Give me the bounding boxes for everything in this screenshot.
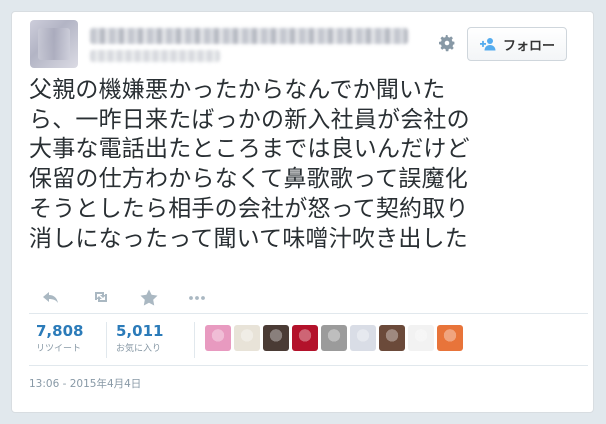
favoriter-avatar-2[interactable] [234, 325, 260, 351]
tweet-text: 父親の機嫌悪かったからなんでか聞いた ら、一昨日来たばっかの新入社員が会社の 大… [29, 77, 470, 252]
stats-top-divider [29, 313, 588, 314]
favorite-stat[interactable]: 5,011 お気に入り [116, 322, 163, 356]
favoriter-avatar-8[interactable] [408, 325, 434, 351]
follow-user-plus-icon [479, 38, 496, 51]
favoriters-list [205, 325, 463, 351]
reply-icon[interactable] [40, 288, 62, 306]
retweet-icon[interactable] [90, 288, 112, 306]
follow-button[interactable]: フォロー [467, 27, 567, 61]
gear-icon[interactable] [437, 33, 457, 53]
stat-separator [106, 322, 107, 358]
retweet-count: 7,808 [36, 322, 84, 340]
user-avatar[interactable] [30, 20, 78, 68]
more-icon[interactable] [186, 288, 208, 306]
stats-bottom-divider [29, 365, 588, 366]
favoriter-avatar-7[interactable] [379, 325, 405, 351]
favoriter-avatar-5[interactable] [321, 325, 347, 351]
favoriter-avatar-4[interactable] [292, 325, 318, 351]
follow-label: フォロー [502, 38, 555, 54]
favorite-label: お気に入り [116, 344, 162, 354]
favorite-count: 5,011 [116, 322, 164, 340]
favoriter-avatar-9[interactable] [437, 325, 463, 351]
user-handle-blurred[interactable] [90, 50, 220, 62]
favoriter-avatar-1[interactable] [205, 325, 231, 351]
user-display-name-blurred[interactable] [90, 28, 408, 44]
retweet-stat[interactable]: 7,808 リツイート [36, 322, 83, 356]
favoriter-avatar-3[interactable] [263, 325, 289, 351]
favoriter-avatar-6[interactable] [350, 325, 376, 351]
favorite-star-icon[interactable] [138, 288, 160, 306]
tweet-timestamp[interactable]: 13:06 - 2015年4月4日 [29, 376, 141, 391]
retweet-label: リツイート [36, 344, 82, 354]
stat-separator [194, 322, 195, 358]
